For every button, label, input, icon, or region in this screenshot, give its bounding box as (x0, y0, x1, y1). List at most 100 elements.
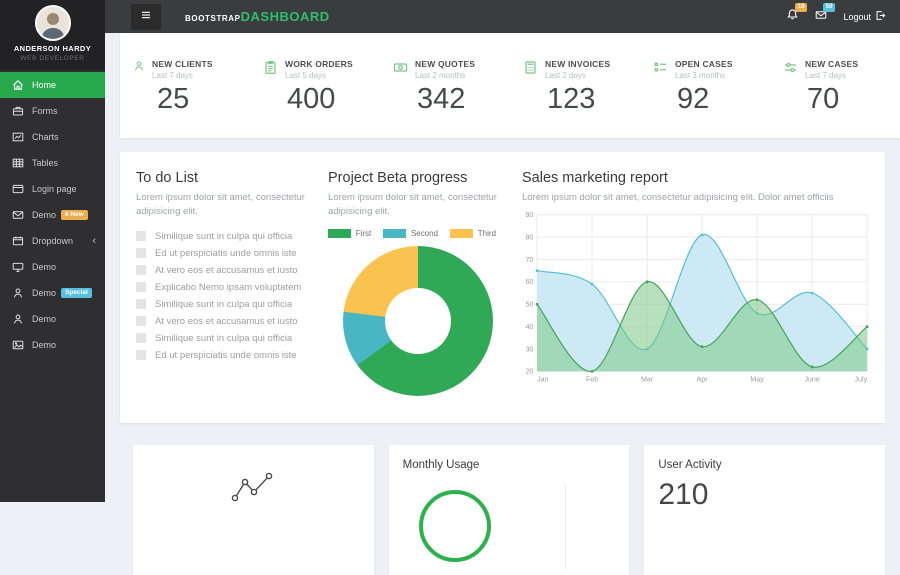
briefcase-icon (12, 105, 24, 117)
window-icon (12, 183, 24, 195)
area-chart: 2030405060708090JanFebMarAprMayJuneJuly (522, 211, 869, 390)
user-activity-title: User Activity (658, 459, 871, 471)
sales-title: Sales marketing report (522, 170, 869, 186)
sidebar-item-label: Demo (32, 288, 56, 298)
donut-chart (343, 246, 493, 396)
svg-text:70: 70 (525, 257, 533, 264)
sidebar-item-forms-1[interactable]: Forms (0, 98, 105, 124)
home-icon (12, 79, 24, 91)
todo-checkbox[interactable] (136, 282, 146, 292)
todo-item[interactable]: Ed ut perspiciatis unde omnis iste (136, 347, 314, 364)
todo-item-text: Ed ut perspiciatis unde omnis iste (155, 248, 297, 259)
messages-count-badge: 50 (823, 3, 836, 12)
svg-text:May: May (750, 376, 764, 383)
profile-role: WEB DEVELOPER (0, 55, 105, 62)
svg-text:20: 20 (525, 368, 533, 375)
legend-swatch-first (328, 229, 351, 238)
svg-text:50: 50 (525, 301, 533, 308)
todo-item[interactable]: At vero eos et accusamus et iusto (136, 262, 314, 279)
calendar-icon (12, 235, 24, 247)
todo-checkbox[interactable] (136, 316, 146, 326)
donut-chart-wrap (328, 246, 508, 396)
todo-item-text: At vero eos et accusamus et iusto (155, 265, 298, 276)
table-icon (12, 157, 24, 169)
sliders-icon (783, 60, 798, 75)
todo-item-text: Similique sunt in culpa qui officia (155, 299, 292, 310)
todo-checkbox[interactable] (136, 333, 146, 343)
todo-item-text: At vero eos et accusamus et iusto (155, 316, 298, 327)
svg-text:80: 80 (525, 234, 533, 241)
todo-checkbox[interactable] (136, 350, 146, 360)
sidebar-item-label: Demo (32, 210, 56, 220)
todo-checkbox[interactable] (136, 248, 146, 258)
sidebar-item-demo-7[interactable]: Demo (0, 254, 105, 280)
todo-list: Similique sunt in culpa qui officiaEd ut… (136, 228, 314, 364)
stat-header: NEW QUOTESLast 2 months (393, 59, 510, 80)
stat-value: 123 (547, 83, 640, 116)
todo-item[interactable]: Similique sunt in culpa qui officia (136, 296, 314, 313)
monthly-usage-card: Monthly Usage (389, 445, 630, 575)
calculator-icon (523, 60, 538, 75)
svg-text:July: July (855, 376, 868, 383)
sidebar-item-demo-9[interactable]: Demo (0, 306, 105, 332)
project-beta-subtitle: Lorem ipsum dolor sit amet, consectetur … (328, 191, 508, 219)
todo-checkbox[interactable] (136, 231, 146, 241)
stat-value: 70 (807, 83, 900, 116)
todo-checkbox[interactable] (136, 299, 146, 309)
todo-checkbox[interactable] (136, 265, 146, 275)
todo-item[interactable]: Ed ut perspiciatis unde omnis iste (136, 245, 314, 262)
brand-small-text: BOOTSTRAP (185, 14, 241, 23)
donut-hole (385, 288, 451, 354)
sidebar-item-dropdown-6[interactable]: Dropdown‹ (0, 228, 105, 254)
sidebar-item-demo-8[interactable]: DemoSpecial (0, 280, 105, 306)
user-icon (133, 60, 145, 72)
todo-item[interactable]: Explicabo Nemo ipsam voluptatem (136, 279, 314, 296)
menu-toggle-button[interactable] (131, 4, 161, 30)
stat-label: NEW INVOICES (545, 59, 610, 69)
svg-text:Jan: Jan (537, 376, 548, 383)
svg-text:40: 40 (525, 324, 533, 331)
stat-period: Last 5 days (285, 71, 353, 80)
todo-title: To do List (136, 170, 314, 186)
profile-section: ANDERSON HARDY WEB DEVELOPER (0, 0, 105, 70)
sales-report-section: Sales marketing report Lorem ipsum dolor… (522, 170, 869, 405)
sidebar-item-label: Demo (32, 262, 56, 272)
messages-button[interactable]: 50 (815, 8, 827, 26)
stat-header: OPEN CASESLast 3 months (653, 59, 770, 80)
sidebar-item-demo-5[interactable]: Demo6 New (0, 202, 105, 228)
logout-button[interactable]: Logout (843, 10, 886, 23)
stat-label: NEW CASES (805, 59, 858, 69)
stat-value: 92 (677, 83, 770, 116)
stat-new-cases: NEW CASESLast 7 days70 (770, 59, 900, 138)
sidebar-item-label: Home (32, 80, 56, 90)
sidebar-item-tables-3[interactable]: Tables (0, 150, 105, 176)
sidebar-item-label: Tables (32, 158, 58, 168)
sidebar-item-charts-2[interactable]: Charts (0, 124, 105, 150)
todo-item-text: Explicabo Nemo ipsam voluptatem (155, 282, 301, 293)
svg-text:30: 30 (525, 346, 533, 353)
legend-swatch-third (450, 229, 473, 238)
todo-item[interactable]: At vero eos et accusamus et iusto (136, 313, 314, 330)
legend-swatch-second (383, 229, 406, 238)
stat-period: Last 2 months (415, 71, 475, 80)
svg-text:60: 60 (525, 279, 533, 286)
brand-logo[interactable]: BOOTSTRAPDASHBOARD (185, 9, 330, 24)
stat-period: Last 7 days (152, 71, 213, 80)
avatar[interactable] (35, 5, 71, 41)
project-beta-section: Project Beta progress Lorem ipsum dolor … (328, 170, 508, 405)
clipboard-icon (263, 60, 278, 75)
todo-item-text: Similique sunt in culpa qui officia (155, 231, 292, 242)
svg-text:June: June (804, 376, 819, 383)
todo-item[interactable]: Similique sunt in culpa qui officia (136, 228, 314, 245)
notifications-button[interactable]: 18 (786, 8, 799, 26)
person-photo-icon (37, 7, 69, 39)
sparkline-icon-wrap (147, 459, 360, 510)
sidebar-item-home-0[interactable]: Home (0, 72, 105, 98)
sidebar-item-label: Charts (32, 132, 59, 142)
stat-period: Last 2 days (545, 71, 610, 80)
sidebar-item-demo-10[interactable]: Demo (0, 332, 105, 358)
dashboard-panel: To do List Lorem ipsum dolor sit amet, c… (120, 152, 885, 423)
todo-item[interactable]: Similique sunt in culpa qui officia (136, 330, 314, 347)
sidebar-item-login-page-4[interactable]: Login page (0, 176, 105, 202)
chart-image-icon (12, 131, 24, 143)
